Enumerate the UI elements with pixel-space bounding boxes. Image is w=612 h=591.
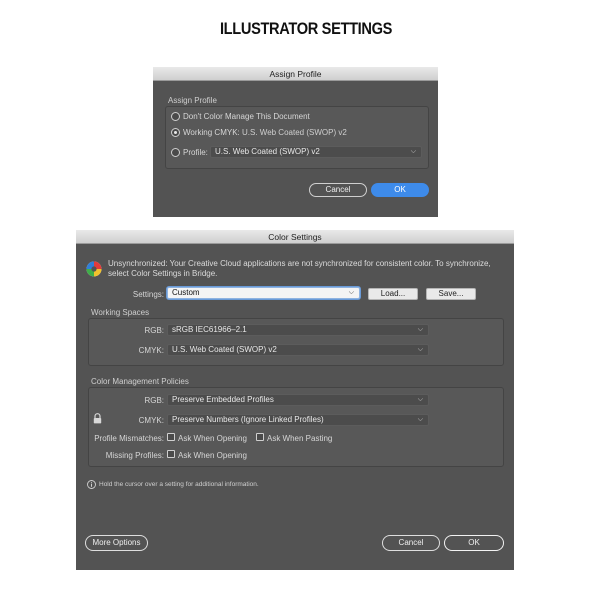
mismatch-ask-pasting-label: Ask When Pasting bbox=[267, 434, 333, 443]
mismatch-ask-pasting-checkbox[interactable] bbox=[256, 433, 264, 441]
ws-cmyk-value: U.S. Web Coated (SWOP) v2 bbox=[172, 345, 277, 354]
chevron-down-icon: ⌵ bbox=[348, 289, 354, 296]
radio-dont-color-manage[interactable] bbox=[171, 112, 180, 121]
working-cmyk-value: U.S. Web Coated (SWOP) v2 bbox=[242, 128, 347, 137]
policy-rgb-label: RGB: bbox=[144, 396, 164, 405]
ws-rgb-select[interactable]: sRGB IEC61966–2.1 ⌵ bbox=[167, 324, 429, 336]
policy-rgb-value: Preserve Embedded Profiles bbox=[172, 395, 274, 404]
info-icon bbox=[87, 480, 96, 489]
settings-select-value: Custom bbox=[172, 288, 200, 297]
ws-rgb-label: RGB: bbox=[144, 326, 164, 335]
assign-profile-group-label: Assign Profile bbox=[168, 96, 217, 105]
label-profile: Profile: bbox=[183, 148, 208, 157]
mismatch-ask-opening-label: Ask When Opening bbox=[178, 434, 247, 443]
color-settings-ok-button[interactable]: OK bbox=[444, 535, 504, 551]
profile-select-value: U.S. Web Coated (SWOP) v2 bbox=[215, 147, 320, 156]
missing-profiles-label: Missing Profiles: bbox=[105, 451, 164, 460]
policy-cmyk-label: CMYK: bbox=[138, 416, 164, 425]
info-text: Hold the cursor over a setting for addit… bbox=[99, 481, 259, 488]
label-dont-color-manage: Don't Color Manage This Document bbox=[183, 112, 310, 121]
mismatch-ask-opening-checkbox[interactable] bbox=[167, 433, 175, 441]
assign-cancel-button[interactable]: Cancel bbox=[309, 183, 367, 197]
radio-working-cmyk[interactable] bbox=[171, 128, 180, 137]
profile-mismatches-label: Profile Mismatches: bbox=[94, 434, 164, 443]
missing-ask-opening-checkbox[interactable] bbox=[167, 450, 175, 458]
working-cmyk-label: Working CMYK: bbox=[183, 128, 240, 137]
ws-rgb-value: sRGB IEC61966–2.1 bbox=[172, 325, 247, 334]
load-button[interactable]: Load... bbox=[368, 288, 418, 300]
color-settings-cancel-button[interactable]: Cancel bbox=[382, 535, 440, 551]
profile-select[interactable]: U.S. Web Coated (SWOP) v2 ⌵ bbox=[210, 146, 422, 158]
save-button[interactable]: Save... bbox=[426, 288, 476, 300]
color-sync-icon bbox=[86, 261, 102, 277]
ws-cmyk-select[interactable]: U.S. Web Coated (SWOP) v2 ⌵ bbox=[167, 344, 429, 356]
sync-message: Unsynchronized: Your Creative Cloud appl… bbox=[108, 259, 491, 278]
settings-label: Settings: bbox=[132, 290, 164, 299]
color-settings-titlebar: Color Settings bbox=[76, 230, 514, 244]
assign-profile-dialog: Assign Profile Assign Profile Don't Colo… bbox=[153, 67, 438, 217]
policies-title: Color Management Policies bbox=[91, 377, 189, 386]
chevron-down-icon: ⌵ bbox=[410, 148, 416, 155]
lock-icon bbox=[93, 413, 102, 424]
missing-ask-opening-label: Ask When Opening bbox=[178, 451, 247, 460]
policy-rgb-select[interactable]: Preserve Embedded Profiles ⌵ bbox=[167, 394, 429, 406]
page-heading: ILLUSTRATOR SETTINGS bbox=[219, 19, 393, 38]
radio-profile[interactable] bbox=[171, 148, 180, 157]
settings-select[interactable]: Custom ⌵ bbox=[167, 287, 360, 299]
ws-cmyk-label: CMYK: bbox=[138, 346, 164, 355]
policy-cmyk-value: Preserve Numbers (Ignore Linked Profiles… bbox=[172, 415, 324, 424]
label-working-cmyk: Working CMYK: U.S. Web Coated (SWOP) v2 bbox=[183, 128, 347, 137]
color-settings-dialog: Color Settings Unsynchronized: Your Crea… bbox=[76, 230, 514, 570]
assign-profile-titlebar: Assign Profile bbox=[153, 67, 438, 81]
chevron-down-icon: ⌵ bbox=[417, 396, 423, 403]
chevron-down-icon: ⌵ bbox=[417, 346, 423, 353]
working-spaces-title: Working Spaces bbox=[91, 308, 150, 317]
assign-ok-button[interactable]: OK bbox=[371, 183, 429, 197]
policy-cmyk-select[interactable]: Preserve Numbers (Ignore Linked Profiles… bbox=[167, 414, 429, 426]
chevron-down-icon: ⌵ bbox=[417, 416, 423, 423]
more-options-button[interactable]: More Options bbox=[85, 535, 148, 551]
chevron-down-icon: ⌵ bbox=[417, 326, 423, 333]
